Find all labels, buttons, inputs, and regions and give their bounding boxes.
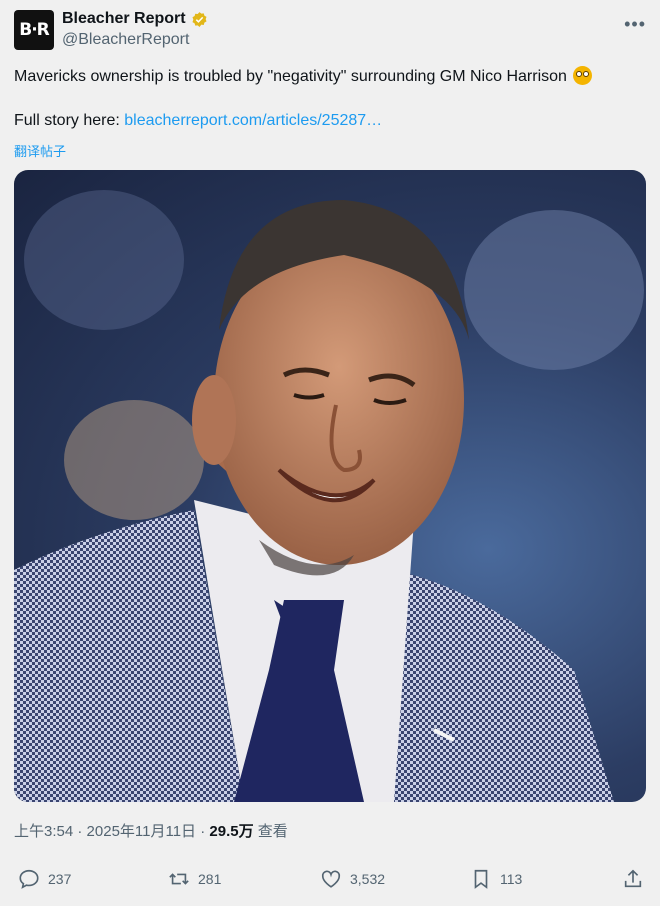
more-options-icon[interactable]: ••• [624, 14, 646, 35]
tweet-line-2: Full story here: bleacherreport.com/arti… [14, 110, 646, 132]
article-link[interactable]: bleacherreport.com/articles/25287… [124, 112, 382, 129]
tweet-text: Mavericks ownership is troubled by "nega… [14, 66, 646, 132]
like-button[interactable]: 3,532 [320, 868, 385, 890]
translate-post-link[interactable]: 翻译帖子 [14, 141, 66, 160]
bookmark-count: 113 [500, 871, 523, 887]
display-name[interactable]: Bleacher Report [62, 10, 186, 28]
tweet-line-1: Mavericks ownership is troubled by "nega… [14, 66, 646, 88]
share-button[interactable] [622, 868, 644, 890]
tweet-media-photo[interactable] [14, 170, 646, 802]
views-label: 查看 [257, 823, 288, 840]
full-story-label: Full story here: [14, 112, 125, 129]
view-count: 29.5万 [209, 823, 254, 840]
author-names: Bleacher Report @BleacherReport [62, 10, 208, 49]
repost-count: 281 [198, 871, 222, 887]
verified-badge-icon [192, 11, 207, 27]
avatar[interactable]: B·R [14, 10, 54, 50]
action-bar: 237 281 3,532 113 [14, 868, 646, 892]
flushed-face-emoji [573, 66, 593, 85]
bookmark-button[interactable]: 113 [470, 868, 522, 890]
tweet-time[interactable]: 上午3:54 [14, 823, 73, 840]
meta-separator: · [77, 823, 83, 840]
repost-icon [169, 873, 189, 885]
reply-count: 237 [48, 871, 72, 887]
tweet-header: B·R Bleacher Report @BleacherReport ••• [14, 8, 646, 52]
share-icon [624, 869, 642, 888]
bookmark-icon [474, 869, 488, 889]
tweet-meta: 上午3:54 · 2025年11月11日 · 29.5万 查看 [14, 820, 288, 841]
tweet-date[interactable]: 2025年11月11日 [87, 823, 197, 840]
repost-button[interactable]: 281 [168, 868, 221, 890]
like-icon [321, 870, 341, 888]
reply-button[interactable]: 237 [18, 868, 71, 890]
meta-separator-2: · [200, 823, 206, 840]
display-name-row[interactable]: Bleacher Report [62, 10, 208, 28]
reply-icon [19, 869, 39, 889]
tweet-line-1-text: Mavericks ownership is troubled by "nega… [14, 68, 567, 85]
handle[interactable]: @BleacherReport [62, 31, 208, 49]
photo-illustration [14, 190, 646, 802]
like-count: 3,532 [350, 871, 386, 887]
